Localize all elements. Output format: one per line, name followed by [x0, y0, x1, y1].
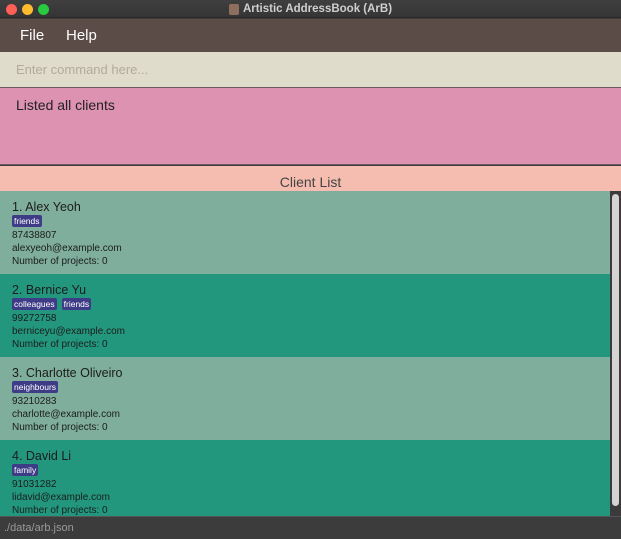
client-tag: friends: [12, 215, 42, 227]
menu-help[interactable]: Help: [66, 19, 97, 52]
command-input[interactable]: [8, 56, 614, 83]
client-name: 3. Charlotte Oliveiro: [12, 366, 123, 380]
app-icon: [228, 3, 239, 15]
client-tags: friends: [12, 215, 610, 229]
client-name: 4. David Li: [12, 449, 72, 463]
client-list-scrollbar[interactable]: [610, 191, 621, 516]
client-phone: 93210283: [12, 396, 57, 407]
scrollbar-thumb[interactable]: [612, 194, 619, 506]
result-display: Listed all clients: [0, 87, 621, 165]
client-phone: 87438807: [12, 230, 57, 241]
client-phone: 91031282: [12, 479, 57, 490]
menu-bar: File Help: [0, 19, 621, 52]
client-card[interactable]: 4. David Li family 91031282 lidavid@exam…: [0, 440, 610, 516]
client-projects: Number of projects: 0: [12, 256, 108, 267]
client-name: 2. Bernice Yu: [12, 283, 87, 297]
client-projects: Number of projects: 0: [12, 422, 108, 433]
client-tag: colleagues: [12, 298, 57, 310]
menu-file[interactable]: File: [20, 19, 44, 52]
client-tags: neighbours: [12, 381, 610, 395]
client-email: berniceyu@example.com: [12, 326, 125, 337]
client-tag: family: [12, 464, 39, 476]
client-email: charlotte@example.com: [12, 409, 120, 420]
client-name: 1. Alex Yeoh: [12, 200, 81, 214]
client-projects: Number of projects: 0: [12, 505, 108, 516]
client-list-header: Client List: [0, 166, 621, 191]
client-card[interactable]: 3. Charlotte Oliveiro neighbours 9321028…: [0, 357, 610, 440]
client-projects: Number of projects: 0: [12, 339, 108, 350]
result-message: Listed all clients: [16, 97, 115, 113]
client-tags: colleagues friends: [12, 298, 610, 312]
client-tags: family: [12, 464, 610, 478]
data-file-path: ./data/arb.json: [4, 522, 74, 534]
client-card[interactable]: 1. Alex Yeoh friends 87438807 alexyeoh@e…: [0, 191, 610, 274]
window-titlebar: Artistic AddressBook (ArB): [0, 0, 621, 18]
window-title: Artistic AddressBook (ArB): [242, 3, 393, 15]
client-tag: friends: [61, 298, 92, 310]
client-email: lidavid@example.com: [12, 492, 110, 503]
client-card[interactable]: 2. Bernice Yu colleagues friends 9927275…: [0, 274, 610, 357]
window-title-group: Artistic AddressBook (ArB): [0, 0, 621, 18]
client-phone: 99272758: [12, 313, 57, 324]
client-list[interactable]: 1. Alex Yeoh friends 87438807 alexyeoh@e…: [0, 191, 610, 516]
command-box: [0, 52, 621, 87]
status-bar: ./data/arb.json: [0, 516, 621, 539]
client-email: alexyeoh@example.com: [12, 243, 122, 254]
client-tag: neighbours: [12, 381, 59, 393]
